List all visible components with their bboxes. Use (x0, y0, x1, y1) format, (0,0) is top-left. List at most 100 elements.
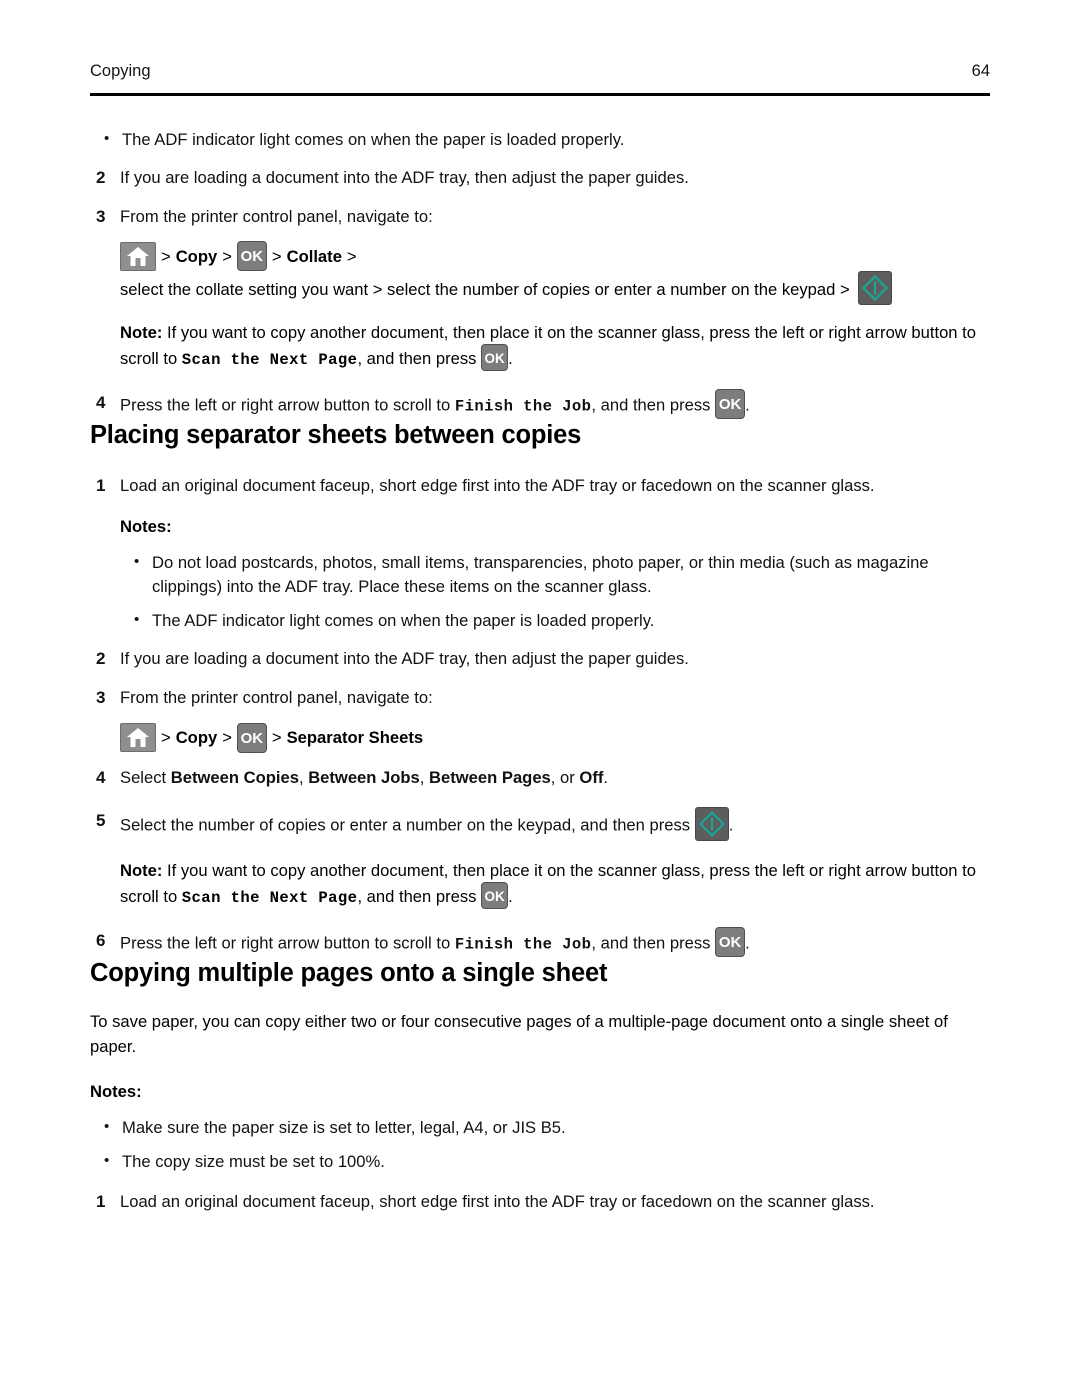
notes-label: Notes: (120, 516, 172, 536)
step-item: 6 Press the left or right arrow button t… (90, 926, 998, 959)
home-icon[interactable] (120, 723, 156, 753)
note-text-2: , and then press (357, 348, 477, 368)
breadcrumb-separator: > (222, 246, 232, 266)
step-suffix: . (728, 815, 734, 835)
start-button-wrap (857, 271, 892, 306)
step-text: If you are loading a document into the A… (120, 168, 689, 188)
list-item: • The ADF indicator light comes on when … (120, 609, 998, 633)
step-text: Select Between Copies, Between Jobs, Bet… (120, 766, 998, 790)
breadcrumb-item-copy[interactable]: Copy (176, 240, 217, 273)
step-item: 5 Select the number of copies or enter a… (90, 807, 998, 843)
note-mono-text: Scan the Next Page (181, 350, 358, 369)
ok-button[interactable]: OK (715, 388, 746, 419)
bullet-icon: • (104, 1151, 110, 1169)
option-between-pages[interactable]: Between Pages (429, 768, 551, 787)
ok-button[interactable]: OK (236, 241, 267, 272)
breadcrumb: > Copy > OK > Collate > select the colla… (120, 240, 998, 307)
step-number: 3 (96, 207, 106, 227)
list-item: • Make sure the paper size is set to let… (90, 1116, 998, 1140)
note-text-3: . (508, 348, 513, 368)
step-mono-text: Finish the Job (454, 397, 592, 416)
option-between-jobs[interactable]: Between Jobs (308, 768, 420, 787)
section-heading-separator-sheets: Placing separator sheets between copies (90, 420, 582, 449)
step-text: Load an original document faceup, short … (120, 475, 875, 495)
breadcrumb: > Copy > OK > Separator Sheets (120, 721, 998, 754)
list-item: • The copy size must be set to 100%. (90, 1150, 998, 1174)
header-chapter-title: Copying (90, 62, 151, 80)
note-block: Note: If you want to copy another docume… (120, 859, 998, 911)
list-item: • Do not load postcards, photos, small i… (120, 551, 998, 599)
breadcrumb-separator: > (346, 246, 357, 266)
step-text-3: . (745, 395, 750, 415)
step-item: 2 If you are loading a document into the… (90, 166, 998, 191)
step-item: 4 Press the left or right arrow button t… (90, 388, 998, 421)
breadcrumb-separator: > (222, 728, 232, 748)
ok-button-wrap: OK (715, 926, 746, 957)
comma-2: , (419, 768, 425, 788)
list-item-text: The ADF indicator light comes on when th… (122, 130, 625, 149)
step-number: 5 (96, 811, 106, 831)
note-label: Note: (120, 861, 163, 881)
start-button-wrap (694, 807, 729, 842)
note-mono-text: Scan the Next Page (181, 888, 358, 907)
step-item: 3 From the printer control panel, naviga… (90, 205, 998, 230)
step-text: From the printer control panel, navigate… (120, 207, 433, 227)
period: . (603, 768, 609, 788)
breadcrumb-tail-text: select the collate setting you want > se… (120, 280, 850, 300)
breadcrumb-item-separator-sheets[interactable]: Separator Sheets (287, 721, 424, 754)
step-item: 2 If you are loading a document into the… (90, 647, 998, 672)
page-header: Copying 64 (90, 62, 990, 81)
breadcrumb-item-copy[interactable]: Copy (176, 721, 217, 754)
step-number: 2 (96, 168, 106, 188)
breadcrumb-separator: > (271, 728, 282, 748)
bullet-icon: • (134, 552, 140, 570)
breadcrumb-separator: > (161, 246, 171, 266)
or-text: or (560, 768, 575, 788)
ok-button[interactable]: OK (236, 722, 267, 753)
step-number: 2 (96, 649, 106, 669)
note-label: Note: (120, 323, 163, 343)
step-text: Load an original document faceup, short … (120, 1192, 875, 1212)
step-prefix: Select (120, 768, 167, 788)
ok-button[interactable]: OK (481, 343, 509, 371)
breadcrumb-separator: > (271, 246, 282, 266)
step-number: 6 (96, 930, 106, 950)
ok-button[interactable]: OK (715, 926, 746, 957)
start-icon[interactable] (857, 271, 892, 306)
breadcrumb-item-collate[interactable]: Collate (287, 240, 342, 273)
header-page-number: 64 (971, 62, 990, 80)
list-item: • The ADF indicator light comes on when … (90, 128, 998, 152)
step-item: 3 From the printer control panel, naviga… (90, 686, 998, 711)
step-item: 4 Select Between Copies, Between Jobs, B… (90, 766, 998, 791)
step-text-2: , and then press (591, 395, 711, 415)
ok-button-wrap: OK (715, 388, 746, 419)
step-number: 4 (96, 768, 106, 788)
start-icon[interactable] (694, 807, 729, 842)
step-text: Press the left or right arrow button to … (120, 926, 998, 959)
home-icon[interactable] (120, 241, 156, 271)
step-text: From the printer control panel, navigate… (120, 688, 433, 708)
step-text-1: Press the left or right arrow button to … (120, 395, 451, 415)
step-item: 1 Load an original document faceup, shor… (90, 1190, 998, 1215)
comma-3: , (550, 768, 556, 788)
list-item-text: The ADF indicator light comes on when th… (152, 611, 655, 631)
list-item-text: Make sure the paper size is set to lette… (122, 1117, 566, 1137)
option-between-copies[interactable]: Between Copies (171, 768, 299, 787)
step-item: 1 Load an original document faceup, shor… (90, 474, 998, 499)
header-divider-rule (90, 93, 990, 96)
step-text: Select the number of copies or enter a n… (120, 807, 998, 843)
ok-button[interactable]: OK (481, 881, 509, 909)
step-text-1: Press the left or right arrow button to … (120, 933, 451, 953)
comma-1: , (298, 768, 304, 788)
note-text-3: . (508, 886, 513, 906)
step-number: 3 (96, 688, 106, 708)
list-item-text: Do not load postcards, photos, small ite… (152, 552, 929, 596)
section-intro-paragraph: To save paper, you can copy either two o… (90, 1011, 948, 1056)
note-block: Note: If you want to copy another docume… (120, 321, 998, 373)
step-mono-text: Finish the Job (454, 935, 592, 954)
bullet-icon: • (104, 130, 110, 147)
ok-button-wrap: OK (481, 881, 509, 909)
option-off[interactable]: Off (579, 768, 603, 787)
note-text-2: , and then press (357, 886, 477, 906)
step-number: 1 (96, 475, 106, 495)
